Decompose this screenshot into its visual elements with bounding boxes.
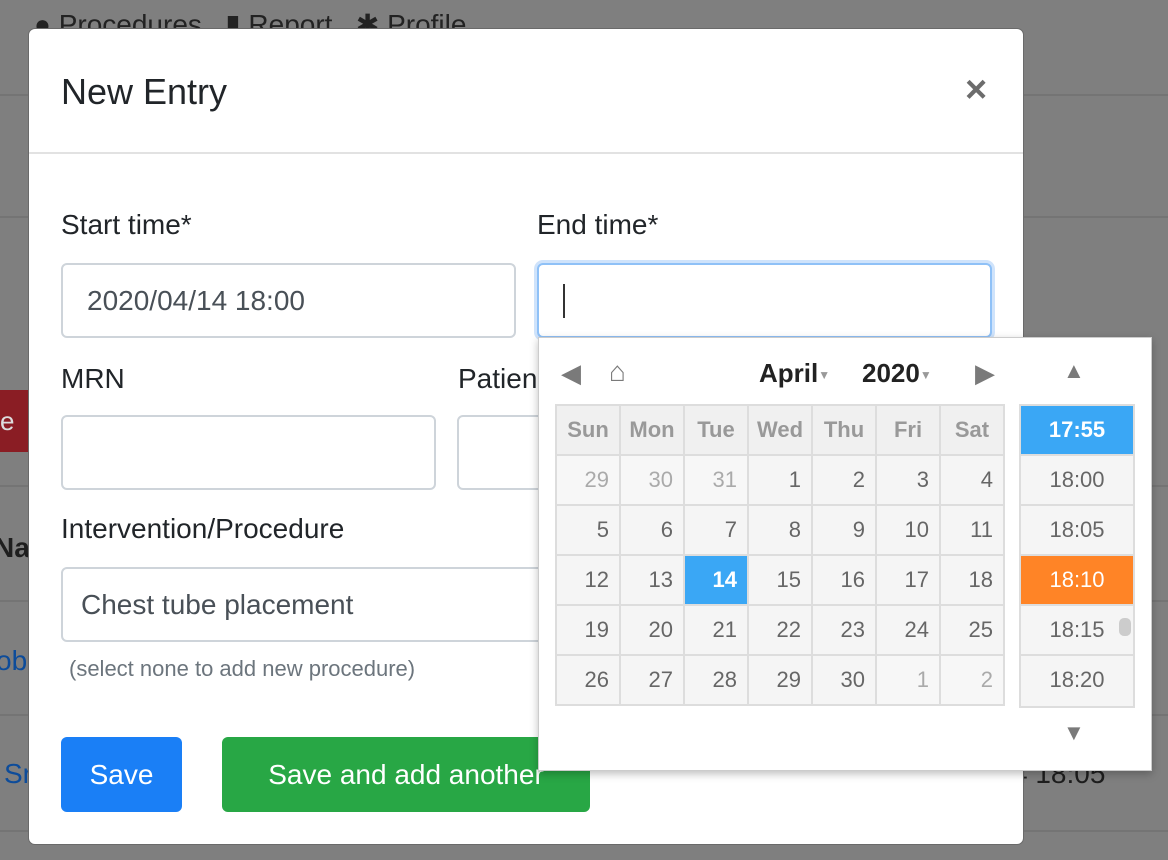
calendar-day[interactable]: 14	[683, 554, 749, 606]
calendar-day[interactable]: 2	[939, 654, 1005, 706]
time-scrollbar[interactable]	[1119, 618, 1131, 636]
mrn-input[interactable]	[61, 415, 436, 490]
calendar-day[interactable]: 9	[811, 504, 877, 556]
calendar-day[interactable]: 15	[747, 554, 813, 606]
start-time-input[interactable]: 2020/04/14 18:00	[61, 263, 516, 338]
table-link-bg: ob	[0, 645, 28, 676]
weekday-header: Tue	[683, 404, 749, 456]
calendar-day[interactable]: 23	[811, 604, 877, 656]
end-time-label: End time*	[537, 209, 659, 240]
save-button[interactable]: Save	[61, 737, 182, 812]
year-select[interactable]: 2020▼	[862, 358, 932, 389]
procedure-label: Intervention/Procedure	[61, 513, 345, 544]
calendar-day[interactable]: 12	[555, 554, 621, 606]
weekday-header: Thu	[811, 404, 877, 456]
calendar-day[interactable]: 5	[555, 504, 621, 556]
calendar-day[interactable]: 26	[555, 654, 621, 706]
calendar-day[interactable]: 2	[811, 454, 877, 506]
calendar-day[interactable]: 4	[939, 454, 1005, 506]
calendar-day[interactable]: 8	[747, 504, 813, 556]
calendar-day[interactable]: 27	[619, 654, 685, 706]
modal-title: New Entry	[61, 71, 228, 112]
calendar-day[interactable]: 21	[683, 604, 749, 656]
calendar-day[interactable]: 10	[875, 504, 941, 556]
calendar-day[interactable]: 31	[683, 454, 749, 506]
calendar-day[interactable]: 11	[939, 504, 1005, 556]
time-option[interactable]: 18:20	[1021, 656, 1133, 706]
weekday-header: Sun	[555, 404, 621, 456]
calendar-day[interactable]: 20	[619, 604, 685, 656]
calendar-day[interactable]: 19	[555, 604, 621, 656]
calendar-day[interactable]: 3	[875, 454, 941, 506]
save-and-add-another-button[interactable]: Save and add another	[222, 737, 590, 812]
calendar-day[interactable]: 29	[555, 454, 621, 506]
time-option[interactable]: 17:55	[1021, 406, 1133, 456]
procedure-help: (select none to add new procedure)	[69, 656, 416, 681]
calendar-day[interactable]: 1	[875, 654, 941, 706]
calendar-day[interactable]: 28	[683, 654, 749, 706]
calendar-day[interactable]: 7	[683, 504, 749, 556]
time-option[interactable]: 18:05	[1021, 506, 1133, 556]
time-option[interactable]: 18:00	[1021, 456, 1133, 506]
calendar-day[interactable]: 30	[619, 454, 685, 506]
time-down-icon[interactable]: ▼	[1063, 720, 1085, 746]
datetime-picker: ◀ ⌂ April▼ 2020▼ ▶ ▲ Sun Mon Tue Wed Thu Fri S…	[538, 337, 1152, 771]
calendar-day[interactable]: 24	[875, 604, 941, 656]
time-up-icon[interactable]: ▲	[1063, 358, 1085, 384]
calendar-day[interactable]: 30	[811, 654, 877, 706]
next-month-icon[interactable]: ▶	[975, 358, 995, 389]
calendar-day[interactable]: 16	[811, 554, 877, 606]
calendar-day[interactable]: 18	[939, 554, 1005, 606]
month-select[interactable]: April▼	[759, 358, 830, 389]
prev-month-icon[interactable]: ◀	[561, 358, 581, 389]
weekday-header: Mon	[619, 404, 685, 456]
time-option[interactable]: 18:10	[1021, 556, 1133, 606]
calendar-day[interactable]: 17	[875, 554, 941, 606]
calendar-day[interactable]: 22	[747, 604, 813, 656]
weekday-header: Wed	[747, 404, 813, 456]
calendar-day[interactable]: 29	[747, 654, 813, 706]
calendar-day[interactable]: 25	[939, 604, 1005, 656]
close-icon[interactable]: ×	[965, 69, 987, 112]
weekday-header: Sat	[939, 404, 1005, 456]
start-time-label: Start time*	[61, 209, 192, 240]
mrn-label: MRN	[61, 363, 125, 394]
calendar-grid: Sun Mon Tue Wed Thu Fri Sat 29 30 31 1 2 3 4 5 6 7 8 9 10 1…	[555, 404, 1005, 706]
delete-button-bg: e	[0, 390, 30, 452]
home-icon[interactable]: ⌂	[609, 356, 626, 388]
weekday-header: Fri	[875, 404, 941, 456]
calendar-day[interactable]: 13	[619, 554, 685, 606]
calendar-day[interactable]: 1	[747, 454, 813, 506]
time-option[interactable]: 18:15	[1021, 606, 1133, 656]
patient-label: Patien	[458, 363, 538, 394]
time-list[interactable]: 17:55 18:00 18:05 18:10 18:15 18:20	[1019, 404, 1135, 708]
table-header-bg: Na	[0, 532, 30, 563]
end-time-input[interactable]	[537, 263, 992, 338]
calendar-day[interactable]: 6	[619, 504, 685, 556]
